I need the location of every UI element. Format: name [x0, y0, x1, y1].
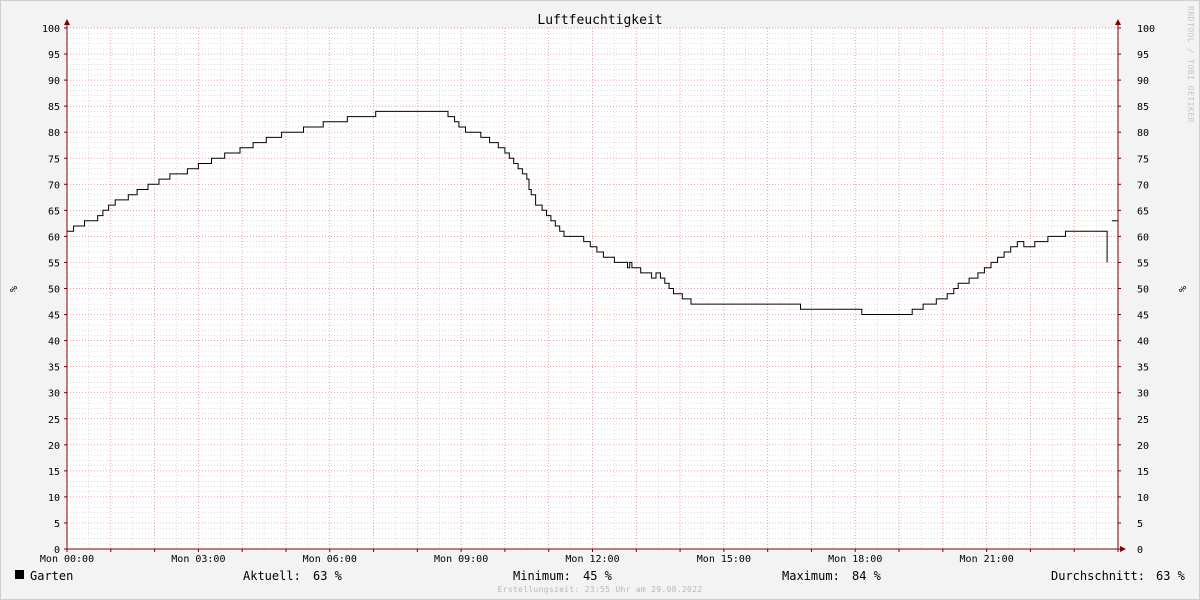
y-tick-label-left: 5 [54, 519, 60, 530]
y-tick-label-right: 30 [1137, 389, 1149, 400]
legend-average-value: 63 % [1156, 569, 1185, 583]
y-tick-label-left: 55 [48, 258, 60, 269]
y-tick-label-left: 60 [48, 232, 60, 243]
y-tick-label-left: 25 [48, 415, 60, 426]
x-tick-label: Mon 03:00 [171, 554, 225, 565]
x-tick-label: Mon 15:00 [697, 554, 751, 565]
y-tick-label-left: 70 [48, 180, 60, 191]
x-tick-label: Mon 12:00 [565, 554, 619, 565]
chart-title: Luftfeuchtigkeit [537, 13, 662, 28]
legend-current-value: 63 % [313, 569, 342, 583]
humidity-chart: Luftfeuchtigkeit % % 0 05 510 1015 1520 2025 2… [7, 13, 1187, 565]
legend: Garten Aktuell: 63 % Minimum: 45 % Maxim… [0, 568, 1200, 584]
y-tick-label-right: 90 [1137, 76, 1149, 87]
y-axis-label-right: % [1176, 286, 1187, 292]
y-tick-label-left: 95 [48, 50, 60, 61]
y-tick-label-right: 20 [1137, 441, 1149, 452]
y-tick-label-left: 15 [48, 467, 60, 478]
y-tick-label-left: 10 [48, 493, 60, 504]
x-tick-label: Mon 18:00 [828, 554, 882, 565]
x-tick-label: Mon 06:00 [303, 554, 357, 565]
y-tick-label-left: 35 [48, 363, 60, 374]
y-tick-label-right: 50 [1137, 285, 1149, 296]
y-tick-label-left: 85 [48, 102, 60, 113]
legend-average-label: Durchschnitt: [1051, 569, 1145, 583]
y-tick-label-left: 20 [48, 441, 60, 452]
y-axis-arrow-left [64, 19, 70, 25]
legend-minimum-value: 45 % [583, 569, 612, 583]
y-tick-label-right: 45 [1137, 311, 1149, 322]
watermark: RRDTOOL / TOBI OETIKER [1186, 6, 1195, 123]
x-tick-label: Mon 21:00 [960, 554, 1014, 565]
x-axis-arrow [1120, 546, 1126, 552]
y-tick-label-left: 45 [48, 311, 60, 322]
y-tick-label-right: 70 [1137, 180, 1149, 191]
y-tick-label-left: 50 [48, 285, 60, 296]
creation-timestamp: Erstellungszeit: 23:55 Uhr am 29.08.2022 [497, 585, 703, 594]
y-tick-label-right: 15 [1137, 467, 1149, 478]
y-tick-label-right: 55 [1137, 258, 1149, 269]
y-tick-label-left: 75 [48, 154, 60, 165]
legend-current-label: Aktuell: [243, 569, 301, 583]
y-tick-label-right: 95 [1137, 50, 1149, 61]
x-tick-label: Mon 00:00 [40, 554, 94, 565]
y-tick-label-right: 25 [1137, 415, 1149, 426]
y-tick-label-left: 90 [48, 76, 60, 87]
y-tick-label-right: 40 [1137, 337, 1149, 348]
legend-series-name: Garten [30, 569, 74, 583]
y-tick-label-right: 85 [1137, 102, 1149, 113]
y-tick-label-right: 35 [1137, 363, 1149, 374]
legend-maximum-label: Maximum: [782, 569, 840, 583]
y-tick-label-right: 75 [1137, 154, 1149, 165]
y-tick-label-left: 80 [48, 128, 60, 139]
y-axis-arrow-right [1115, 19, 1121, 25]
y-tick-label-right: 80 [1137, 128, 1149, 139]
y-tick-label-left: 100 [42, 24, 60, 35]
x-tick-label: Mon 09:00 [434, 554, 488, 565]
y-tick-label-right: 10 [1137, 493, 1149, 504]
legend-minimum-label: Minimum: [513, 569, 571, 583]
y-tick-label-right: 0 [1137, 545, 1143, 556]
y-tick-label-left: 40 [48, 337, 60, 348]
y-tick-label-right: 60 [1137, 232, 1149, 243]
y-axis-label-left: % [7, 286, 18, 292]
y-tick-label-right: 65 [1137, 206, 1149, 217]
y-tick-label-right: 5 [1137, 519, 1143, 530]
y-tick-label-left: 65 [48, 206, 60, 217]
y-tick-label-left: 30 [48, 389, 60, 400]
legend-maximum-value: 84 % [852, 569, 881, 583]
y-tick-label-right: 100 [1137, 24, 1155, 35]
